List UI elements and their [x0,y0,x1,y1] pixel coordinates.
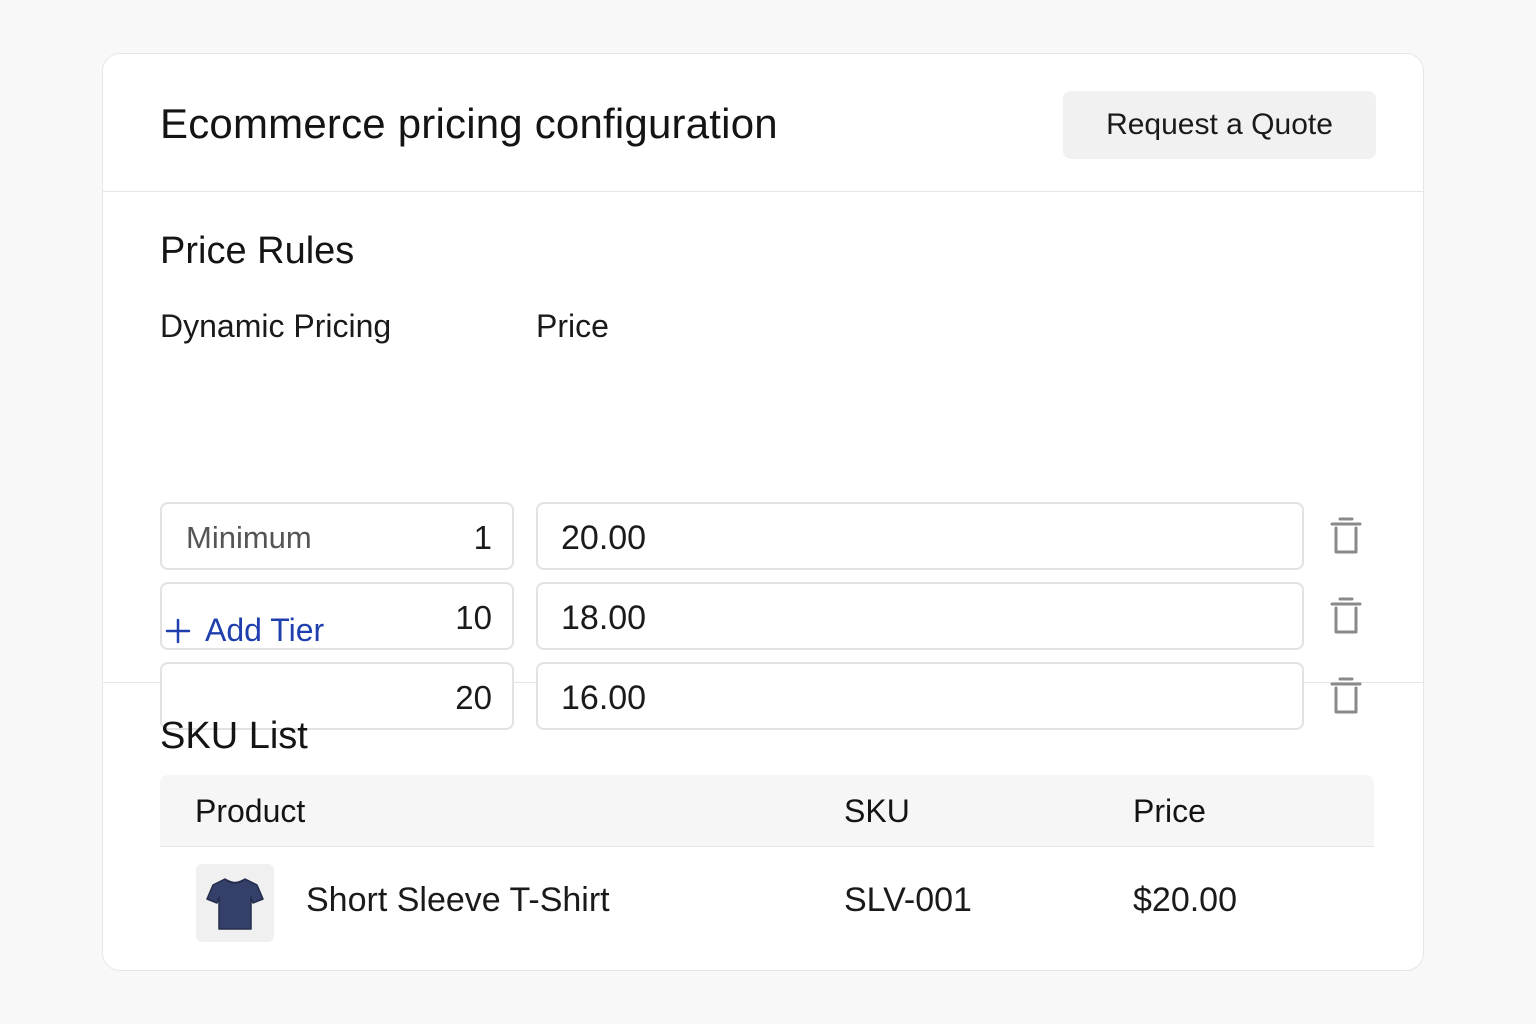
tier-price-value: 20.00 [561,519,647,557]
column-header-sku: SKU [844,793,910,829]
trash-icon[interactable] [1328,596,1364,636]
price-column-label: Price [536,308,609,344]
tier-price-value: 18.00 [561,599,647,637]
product-price: $20.00 [1133,881,1237,919]
product-name: Short Sleeve T-Shirt [306,881,610,919]
request-quote-button[interactable]: Request a Quote [1063,91,1376,159]
product-thumbnail [196,864,274,942]
pricing-config-card: Ecommerce pricing configuration Request … [102,53,1424,971]
min-quantity-value: 1 [473,519,492,556]
price-rules-title: Price Rules [160,230,355,272]
column-header-price: Price [1133,793,1206,829]
tshirt-icon [206,878,264,930]
sku-list-title: SKU List [160,715,308,757]
sku-code: SLV-001 [844,881,972,919]
trash-icon[interactable] [1328,516,1364,556]
tier-price-input[interactable]: 20.00 [536,502,1304,570]
table-row[interactable]: Short Sleeve T-Shirt SLV-001 $20.00 [160,847,1374,957]
column-header-product: Product [195,793,306,829]
table-header: Product SKU Price [160,775,1374,847]
min-quantity-placeholder: Minimum [186,520,312,555]
tier-price-input[interactable]: 18.00 [536,582,1304,650]
add-tier-label: Add Tier [205,612,325,648]
plus-icon [165,618,191,643]
min-quantity-value: 10 [455,599,492,636]
add-tier-button[interactable]: Add Tier [165,612,324,649]
sku-table: Product SKU Price Short Sleeve T-Shirt S… [160,775,1374,957]
tier-row: Minimum 1 20.00 [160,502,1370,570]
tier-row: 10 18.00 [160,582,1370,650]
page-title: Ecommerce pricing configuration [160,100,778,147]
dynamic-pricing-label: Dynamic Pricing [160,308,392,344]
min-quantity-input[interactable]: Minimum 1 [160,502,514,570]
sku-list-section: SKU List Product SKU Price Short Sleeve … [103,683,1423,970]
card-header: Ecommerce pricing configuration Request … [103,54,1423,192]
price-rules-section: Price Rules Dynamic Pricing Price Minimu… [103,192,1423,730]
